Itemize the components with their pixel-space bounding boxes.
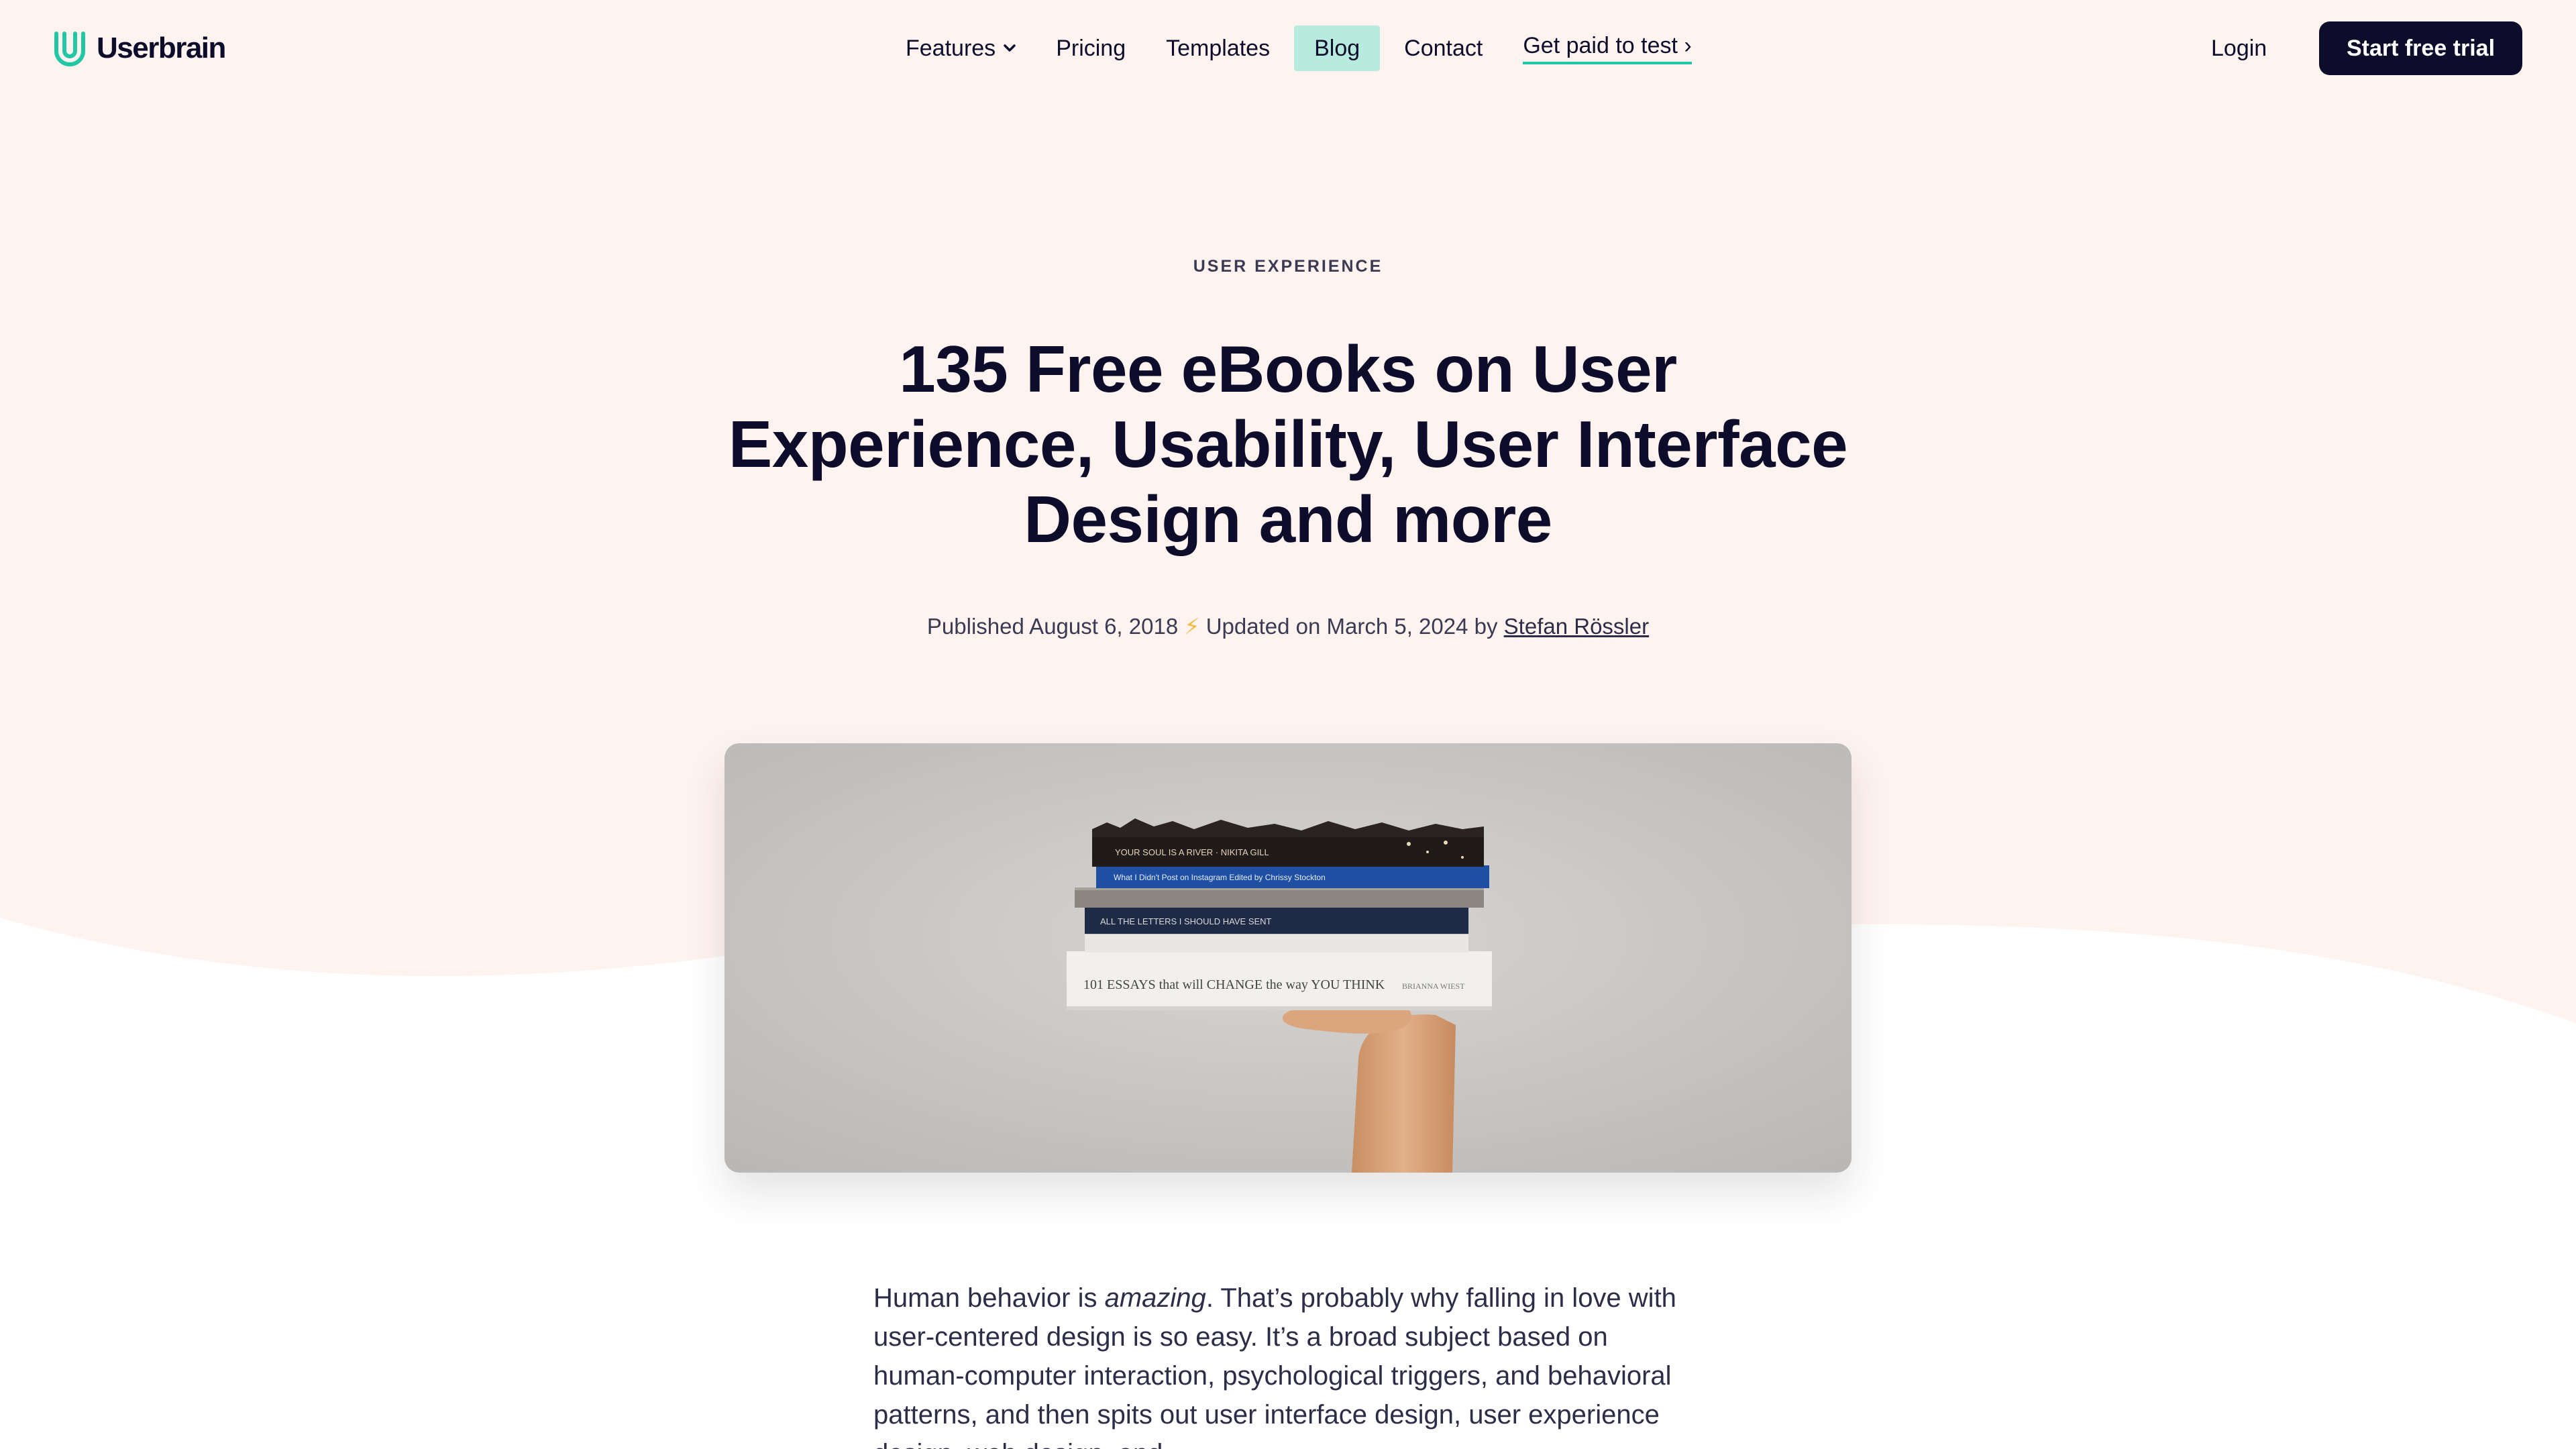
logo[interactable]: Userbrain bbox=[52, 30, 226, 67]
logo-text: Userbrain bbox=[97, 32, 226, 64]
book-spine-label: BRIANNA WIEST bbox=[1402, 981, 1465, 991]
nav-templates-label: Templates bbox=[1166, 35, 1271, 61]
nav-templates[interactable]: Templates bbox=[1146, 25, 1290, 71]
userbrain-logo-icon bbox=[54, 32, 85, 66]
book-spine-label: What I Didn't Post on Instagram Edited b… bbox=[1114, 873, 1326, 882]
site-header: Userbrain Features Pricing Templates Blo… bbox=[0, 0, 2576, 97]
article-text: Human behavior is bbox=[873, 1283, 1105, 1313]
nav-pricing[interactable]: Pricing bbox=[1036, 25, 1146, 71]
book-spine-label: 101 ESSAYS that will CHANGE the way YOU … bbox=[1083, 977, 1385, 992]
nav-features[interactable]: Features bbox=[885, 25, 1036, 71]
author-link[interactable]: Stefan Rössler bbox=[1504, 614, 1649, 639]
nav-blog-label: Blog bbox=[1314, 35, 1360, 61]
login-link[interactable]: Login bbox=[2211, 25, 2267, 71]
book-spine-label: ALL THE LETTERS I SHOULD HAVE SENT bbox=[1100, 916, 1272, 926]
nav-get-paid[interactable]: Get paid to test › bbox=[1503, 25, 1711, 71]
main-nav: Features Pricing Templates Blog Contact … bbox=[885, 25, 1712, 71]
start-free-trial-button[interactable]: Start free trial bbox=[2319, 21, 2522, 75]
nav-features-label: Features bbox=[906, 35, 996, 61]
hero-image: 101 ESSAYS that will CHANGE the way YOU … bbox=[724, 743, 1851, 1173]
post-meta: Published August 6, 2018 ⚡ Updated on Ma… bbox=[0, 613, 2576, 639]
book-spine-label: YOUR SOUL IS A RIVER · NIKITA GILL bbox=[1115, 847, 1269, 857]
nav-contact-label: Contact bbox=[1404, 35, 1483, 61]
chevron-down-icon bbox=[1004, 44, 1016, 52]
article-emphasis: amazing bbox=[1104, 1283, 1206, 1313]
books-illustration: 101 ESSAYS that will CHANGE the way YOU … bbox=[724, 743, 1851, 1173]
published-date: Published August 6, 2018 bbox=[926, 614, 1179, 639]
article-intro: Human behavior is amazing. That’s probab… bbox=[873, 1279, 1703, 1449]
page-title: 135 Free eBooks on User Experience, Usab… bbox=[728, 332, 1848, 556]
nav-contact[interactable]: Contact bbox=[1384, 25, 1503, 71]
updated-date: Updated on March 5, 2024 by bbox=[1205, 614, 1498, 639]
nav-blog[interactable]: Blog bbox=[1294, 25, 1381, 71]
bolt-icon: ⚡ bbox=[1184, 614, 1200, 639]
post-category[interactable]: USER EXPERIENCE bbox=[0, 257, 2576, 276]
nav-get-paid-label: Get paid to test › bbox=[1523, 33, 1692, 64]
nav-pricing-label: Pricing bbox=[1056, 35, 1126, 61]
